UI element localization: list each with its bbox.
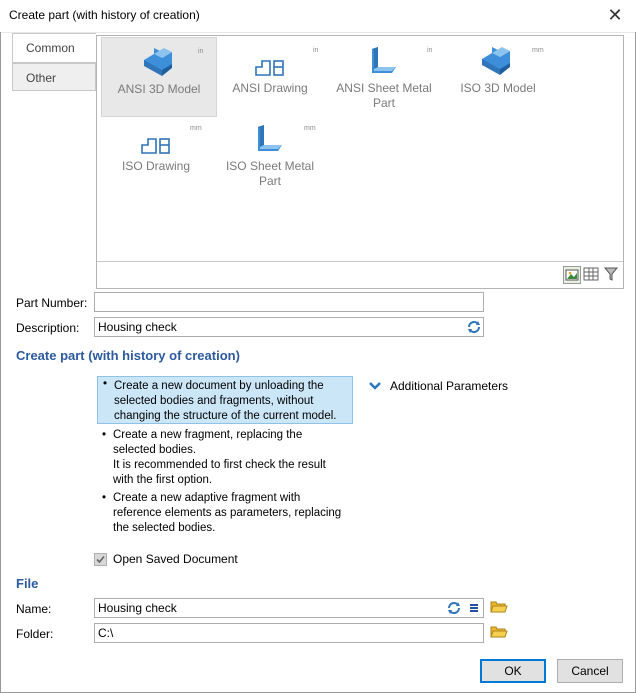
tab-common[interactable]: Common (12, 33, 96, 63)
unit-label: mm (190, 125, 202, 132)
template-label: ANSI 3D Model (117, 82, 201, 96)
open-saved-label: Open Saved Document (113, 552, 238, 566)
part-number-label: Part Number: (16, 296, 88, 310)
filter-icon[interactable] (603, 266, 621, 284)
template-iso-drawing[interactable]: mm ISO Drawing (98, 115, 214, 195)
open-folder-icon[interactable] (490, 624, 508, 640)
ok-button[interactable]: OK (480, 659, 546, 683)
3d-model-icon (144, 48, 172, 76)
bullet-icon: • (103, 378, 108, 390)
option-new-fragment[interactable]: • Create a new fragment, replacing the s… (97, 428, 353, 488)
option-text: Create a new fragment, replacing the sel… (113, 429, 326, 486)
option-adaptive-fragment[interactable]: • Create a new adaptive fragment with re… (97, 491, 353, 539)
section-create-part-heading: Create part (with history of creation) (16, 348, 240, 363)
frame-left (0, 32, 1, 693)
option-text: Create a new adaptive fragment with refe… (113, 492, 342, 534)
file-name-label: Name: (16, 602, 52, 616)
bullet-icon: • (102, 429, 107, 441)
option-text: Create a new document by unloading the s… (114, 380, 337, 422)
open-folder-icon[interactable] (490, 599, 508, 615)
large-icons-view-icon[interactable] (563, 266, 581, 284)
section-file-heading: File (16, 576, 39, 591)
refresh-icon[interactable] (466, 319, 482, 335)
unit-label: in (198, 48, 204, 55)
template-iso-sheet-metal-part[interactable]: mm ISO Sheet Metal Part (212, 115, 328, 195)
option-unload-document[interactable]: • Create a new document by unloading the… (97, 376, 353, 424)
folder-label: Folder: (16, 627, 54, 641)
cancel-button[interactable]: Cancel (557, 659, 623, 683)
description-label: Description: (16, 321, 80, 335)
tab-other[interactable]: Other (12, 63, 96, 91)
folder-input[interactable]: C:\ (94, 623, 484, 643)
unit-label: in (313, 47, 319, 54)
drawing-icon (255, 60, 284, 76)
template-iso-3d-model[interactable]: mm ISO 3D Model (440, 37, 556, 117)
open-saved-checkbox[interactable] (94, 553, 107, 566)
template-label: ANSI Sheet Metal Part (336, 81, 432, 110)
drawing-icon (141, 138, 170, 154)
part-number-input[interactable] (94, 292, 484, 312)
checkmark-icon (96, 555, 105, 564)
additional-parameters-toggle[interactable]: Additional Parameters (368, 378, 528, 394)
template-ansi-drawing[interactable]: in ANSI Drawing (212, 37, 328, 117)
3d-model-icon (482, 47, 510, 75)
template-ansi-3d-model[interactable]: in ANSI 3D Model (101, 37, 217, 117)
close-icon[interactable]: ✕ (604, 5, 626, 27)
chevron-down-icon (369, 382, 381, 390)
template-label: ANSI Drawing (232, 81, 308, 95)
template-label: ISO Drawing (121, 159, 191, 173)
template-label: ISO Sheet Metal Part (225, 159, 315, 188)
file-name-input[interactable]: Housing check (94, 598, 484, 618)
additional-parameters-label: Additional Parameters (390, 379, 509, 393)
bullet-icon: • (102, 492, 107, 504)
unit-label: in (427, 47, 433, 54)
template-ansi-sheet-metal-part[interactable]: in ANSI Sheet Metal Part (326, 37, 442, 117)
description-input[interactable]: Housing check (94, 317, 484, 337)
file-name-value: Housing check (98, 601, 177, 615)
template-label: ISO 3D Model (460, 81, 536, 95)
list-icon[interactable] (467, 601, 481, 615)
refresh-icon[interactable] (446, 600, 462, 616)
unit-label: mm (304, 125, 316, 132)
sheet-metal-icon (258, 125, 282, 151)
grid-view-icon[interactable] (583, 266, 601, 284)
description-value: Housing check (98, 320, 177, 334)
sheet-metal-icon (372, 47, 396, 73)
unit-label: mm (532, 47, 544, 54)
window-title: Create part (with history of creation) (9, 8, 200, 22)
